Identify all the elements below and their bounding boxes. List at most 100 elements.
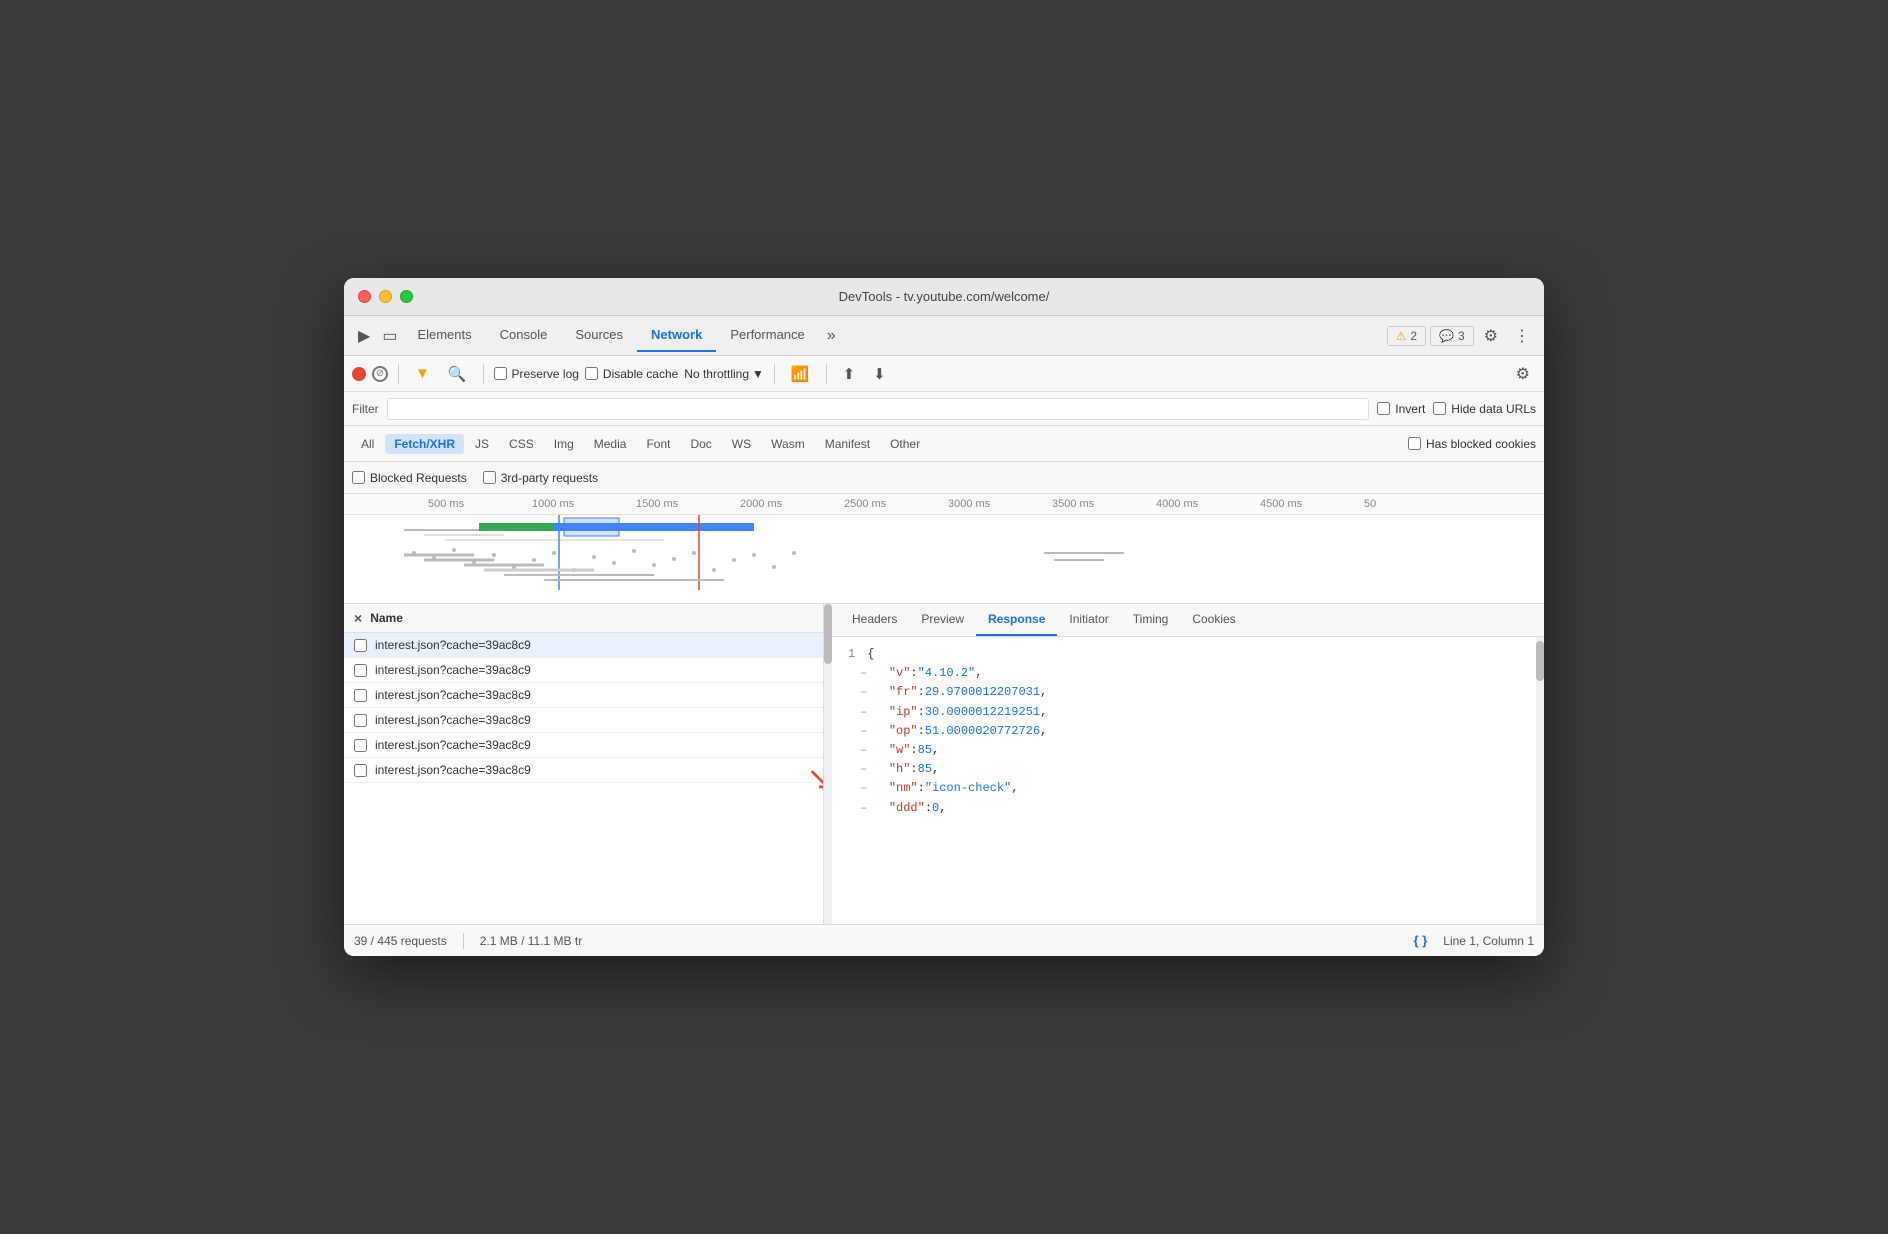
- request-checkbox-2[interactable]: [354, 664, 367, 677]
- disable-cache-checkbox[interactable]: Disable cache: [585, 367, 678, 381]
- tick-2000: 2000 ms: [736, 498, 840, 510]
- request-row[interactable]: interest.json?cache=39ac8c9: [344, 708, 823, 733]
- comment-badge[interactable]: 💬 3: [1430, 326, 1474, 346]
- warning-icon: ⚠: [1396, 329, 1407, 343]
- tab-console[interactable]: Console: [486, 319, 562, 352]
- request-row[interactable]: interest.json?cache=39ac8c9: [344, 658, 823, 683]
- request-row[interactable]: interest.json?cache=39ac8c9 ↘: [344, 758, 823, 783]
- blocked-cookies-checkbox[interactable]: Has blocked cookies: [1408, 437, 1536, 451]
- detail-scrollbar-thumb[interactable]: [1536, 641, 1544, 681]
- filter-img[interactable]: Img: [545, 434, 583, 454]
- disable-cache-input[interactable]: [585, 367, 598, 380]
- tab-response[interactable]: Response: [976, 604, 1057, 636]
- request-name-1: interest.json?cache=39ac8c9: [375, 638, 813, 652]
- tab-cookies[interactable]: Cookies: [1180, 604, 1247, 636]
- tab-timing[interactable]: Timing: [1121, 604, 1181, 636]
- request-name-4: interest.json?cache=39ac8c9: [375, 713, 813, 727]
- filter-media[interactable]: Media: [585, 434, 636, 454]
- export-button[interactable]: ⬇: [867, 362, 892, 386]
- filter-wasm[interactable]: Wasm: [762, 434, 814, 454]
- json-value: 51.0000020772726: [925, 722, 1040, 741]
- line-num: 1: [848, 645, 855, 664]
- json-value: 85: [918, 760, 932, 779]
- requests-scrollbar-thumb[interactable]: [824, 604, 832, 664]
- tab-headers[interactable]: Headers: [840, 604, 909, 636]
- tick-4500: 4500 ms: [1256, 498, 1360, 510]
- filter-icon[interactable]: ▼: [409, 362, 436, 385]
- request-name-3: interest.json?cache=39ac8c9: [375, 688, 813, 702]
- json-dash: –: [860, 703, 889, 722]
- search-icon[interactable]: 🔍: [442, 362, 473, 386]
- more-icon[interactable]: ⋮: [1508, 322, 1536, 350]
- timeline-graph[interactable]: [344, 515, 1544, 590]
- wifi-icon[interactable]: 📶: [785, 362, 816, 386]
- maximize-button[interactable]: [400, 290, 413, 303]
- blocked-requests-input[interactable]: [352, 471, 365, 484]
- code-line-6: – "w": 85,: [848, 741, 1520, 760]
- filter-font[interactable]: Font: [637, 434, 679, 454]
- filter-manifest[interactable]: Manifest: [816, 434, 879, 454]
- hide-data-urls-checkbox[interactable]: Hide data URLs: [1433, 402, 1536, 416]
- inspect-icon[interactable]: ▶: [352, 322, 376, 350]
- request-row[interactable]: interest.json?cache=39ac8c9: [344, 633, 823, 658]
- tab-initiator[interactable]: Initiator: [1057, 604, 1120, 636]
- hide-data-urls-input[interactable]: [1433, 402, 1446, 415]
- request-row[interactable]: interest.json?cache=39ac8c9: [344, 733, 823, 758]
- filter-doc[interactable]: Doc: [681, 434, 720, 454]
- json-key: "ip": [889, 703, 918, 722]
- timeline-area[interactable]: 500 ms 1000 ms 1500 ms 2000 ms 2500 ms 3…: [344, 494, 1544, 604]
- close-button[interactable]: [358, 290, 371, 303]
- format-button[interactable]: { }: [1414, 933, 1428, 948]
- code-line-8: – "nm": "icon-check",: [848, 779, 1520, 798]
- window-title: DevTools - tv.youtube.com/welcome/: [839, 289, 1050, 304]
- request-row[interactable]: interest.json?cache=39ac8c9: [344, 683, 823, 708]
- filter-css[interactable]: CSS: [500, 434, 543, 454]
- settings-icon[interactable]: ⚙: [1478, 322, 1504, 350]
- warning-badge[interactable]: ⚠ 2: [1387, 326, 1426, 346]
- invert-checkbox[interactable]: Invert: [1377, 402, 1425, 416]
- requests-scrollbar[interactable]: [824, 604, 832, 924]
- json-key: "ddd": [889, 799, 925, 818]
- third-party-input[interactable]: [483, 471, 496, 484]
- tab-network[interactable]: Network: [637, 319, 716, 352]
- tab-elements[interactable]: Elements: [403, 319, 485, 352]
- traffic-lights: [358, 290, 413, 303]
- network-settings-icon[interactable]: ⚙: [1510, 360, 1536, 388]
- tab-more-icon[interactable]: »: [819, 323, 844, 349]
- throttle-dropdown[interactable]: No throttling ▼: [684, 367, 764, 381]
- json-dash: –: [860, 683, 889, 702]
- json-dash: –: [860, 722, 889, 741]
- tab-sources[interactable]: Sources: [561, 319, 637, 352]
- blocked-cookies-input[interactable]: [1408, 437, 1421, 450]
- filter-fetch-xhr[interactable]: Fetch/XHR: [385, 434, 464, 454]
- request-checkbox-4[interactable]: [354, 714, 367, 727]
- request-checkbox-3[interactable]: [354, 689, 367, 702]
- filter-js[interactable]: JS: [466, 434, 498, 454]
- warning-count: 2: [1410, 329, 1417, 343]
- json-value: 0: [932, 799, 939, 818]
- detail-scrollbar[interactable]: [1536, 637, 1544, 924]
- preserve-log-input[interactable]: [494, 367, 507, 380]
- filter-other[interactable]: Other: [881, 434, 929, 454]
- request-checkbox-6[interactable]: [354, 764, 367, 777]
- invert-input[interactable]: [1377, 402, 1390, 415]
- filter-all[interactable]: All: [352, 434, 383, 454]
- request-checkbox-5[interactable]: [354, 739, 367, 752]
- tick-1000: 1000 ms: [528, 498, 632, 510]
- preserve-log-checkbox[interactable]: Preserve log: [494, 367, 579, 381]
- close-panel-button[interactable]: ×: [354, 610, 362, 626]
- filter-ws[interactable]: WS: [723, 434, 760, 454]
- tab-performance[interactable]: Performance: [716, 319, 818, 352]
- record-button[interactable]: [352, 367, 366, 381]
- blocked-requests-checkbox[interactable]: Blocked Requests: [352, 471, 467, 485]
- minimize-button[interactable]: [379, 290, 392, 303]
- tab-preview[interactable]: Preview: [909, 604, 976, 636]
- request-checkbox-1[interactable]: [354, 639, 367, 652]
- third-party-checkbox[interactable]: 3rd-party requests: [483, 471, 598, 485]
- clear-button[interactable]: ⊘: [372, 366, 388, 382]
- devtools-tabs-bar: ▶ ▭ Elements Console Sources Network Per…: [344, 316, 1544, 356]
- json-dash: –: [860, 741, 889, 760]
- device-icon[interactable]: ▭: [376, 322, 403, 350]
- import-button[interactable]: ⬆: [837, 362, 862, 386]
- code-line-3: – "fr": 29.9700012207031,: [848, 683, 1520, 702]
